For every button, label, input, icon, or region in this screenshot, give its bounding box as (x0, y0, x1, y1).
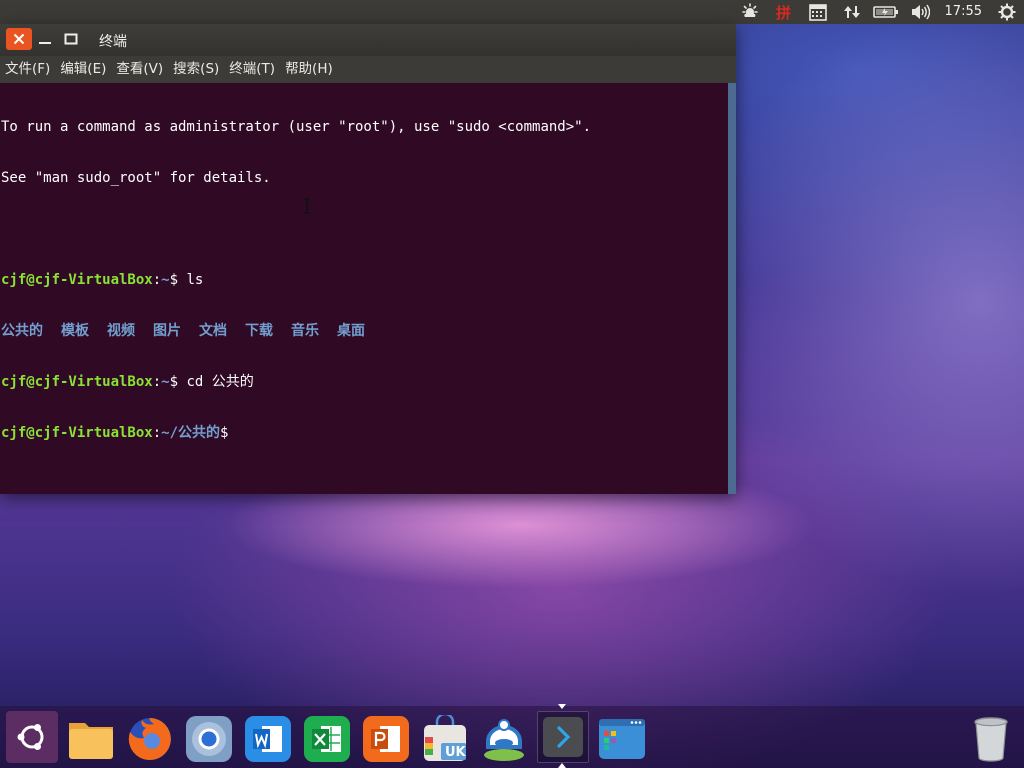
motd-line: To run a command as administrator (user … (1, 119, 592, 135)
menu-file[interactable]: 文件(F) (0, 56, 55, 83)
prompt-dollar: $ (169, 272, 187, 288)
command-line: cjf@cjf-VirtualBox:~/公共的$ (1, 425, 728, 442)
terminal-window[interactable]: 终端 文件(F) 编辑(E) 查看(V) 搜索(S) 终端(T) 帮助(H) T… (0, 24, 736, 494)
input-method-icon[interactable]: 拼 (767, 0, 801, 24)
text-cursor-icon (304, 198, 310, 214)
menu-help[interactable]: 帮助(H) (280, 56, 338, 83)
menu-search[interactable]: 搜索(S) (168, 56, 224, 83)
dir-entry: 桌面 (337, 323, 365, 339)
network-icon[interactable] (835, 0, 869, 24)
prompt-user: cjf@cjf-VirtualBox (1, 272, 153, 288)
prompt-path: ~ (161, 272, 170, 288)
window-titlebar[interactable]: 终端 (0, 24, 736, 56)
dir-entry: 视频 (107, 323, 135, 339)
command-line: cjf@cjf-VirtualBox:~$ cd 公共的 (1, 374, 728, 391)
prompt-separator: : (152, 425, 162, 441)
prompt-dollar: $ (220, 425, 229, 441)
terminal-scrollbar[interactable] (728, 83, 736, 494)
software-center-icon[interactable]: UK (420, 714, 470, 764)
prompt-user: cjf@cjf-VirtualBox (1, 374, 153, 390)
input-method-label: 拼 (776, 3, 792, 22)
prompt-path: ~/公共的 (161, 425, 221, 441)
dir-entry: 下载 (245, 323, 273, 339)
workspace-switcher-icon[interactable] (597, 714, 647, 764)
volume-icon[interactable] (903, 0, 937, 24)
trash-icon[interactable] (966, 714, 1016, 764)
dir-entry: 音乐 (291, 323, 319, 339)
ubuntu-logo-icon[interactable] (6, 711, 58, 763)
maximize-button[interactable] (60, 28, 82, 50)
terminal-icon[interactable] (537, 711, 589, 763)
top-panel: 拼 17:55 (0, 0, 1024, 24)
maximize-icon (64, 33, 78, 45)
terminal-output[interactable]: To run a command as administrator (user … (0, 83, 728, 494)
command-line: cjf@cjf-VirtualBox:~$ ls (1, 272, 728, 289)
firefox-icon[interactable] (125, 714, 175, 764)
prompt-user: cjf@cjf-VirtualBox (1, 425, 153, 441)
prompt-path: ~ (161, 374, 170, 390)
dir-entry: 公共的 (1, 323, 43, 339)
minimize-button[interactable] (34, 28, 56, 50)
battery-icon[interactable] (869, 0, 903, 24)
wps-writer-icon[interactable] (243, 714, 293, 764)
close-icon (13, 33, 25, 45)
menu-bar: 文件(F) 编辑(E) 查看(V) 搜索(S) 终端(T) 帮助(H) (0, 56, 736, 83)
prompt-separator: : (152, 272, 162, 288)
prompt-separator: : (152, 374, 162, 390)
chromium-icon[interactable] (184, 714, 234, 764)
system-tray: 拼 17:55 (733, 0, 1024, 24)
dir-entry: 模板 (61, 323, 89, 339)
active-indicator-top (558, 704, 566, 709)
settings-gear-icon[interactable] (990, 0, 1024, 24)
active-indicator-bottom (558, 763, 566, 768)
files-folder-icon[interactable] (66, 714, 116, 764)
command-text: ls (186, 272, 204, 288)
system-helper-icon[interactable] (479, 714, 529, 764)
window-title: 终端 (99, 34, 127, 50)
dir-entry: 图片 (153, 323, 181, 339)
command-text: cd 公共的 (186, 374, 254, 390)
prompt-dollar: $ (169, 374, 187, 390)
menu-view[interactable]: 查看(V) (111, 56, 168, 83)
minimize-icon (39, 42, 51, 44)
weather-icon[interactable] (733, 0, 767, 24)
calendar-icon[interactable] (801, 0, 835, 24)
dock: UK (0, 704, 1024, 768)
panel-clock[interactable]: 17:55 (937, 0, 990, 24)
ls-output-line: 公共的 模板 视频 图片 文档 下载 音乐 桌面 (1, 323, 728, 340)
menu-terminal[interactable]: 终端(T) (224, 56, 280, 83)
menu-edit[interactable]: 编辑(E) (55, 56, 111, 83)
close-button[interactable] (6, 28, 32, 50)
dir-entry: 文档 (199, 323, 227, 339)
wps-spreadsheets-icon[interactable] (302, 714, 352, 764)
wps-presentation-icon[interactable] (361, 714, 411, 764)
motd-line: See "man sudo_root" for details. (1, 170, 271, 186)
software-center-badge: UK (445, 745, 466, 760)
